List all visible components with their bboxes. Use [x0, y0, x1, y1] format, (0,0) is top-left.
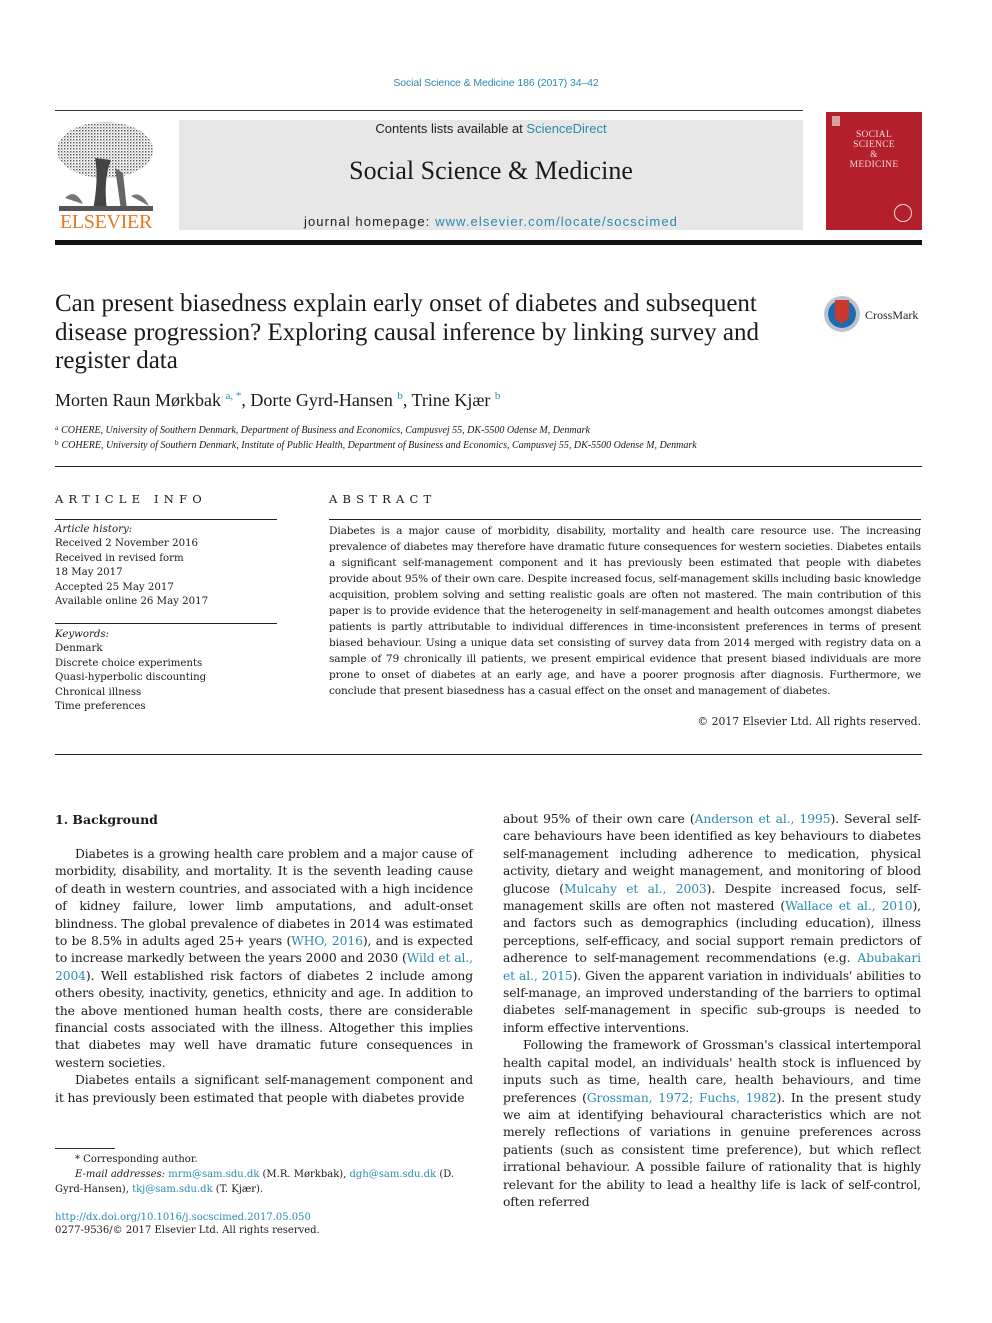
citation-link[interactable]: Wild et al., 2004: [55, 951, 473, 982]
journal-homepage-link[interactable]: www.elsevier.com/locate/socscimed: [435, 214, 678, 229]
author-affiliation-marker[interactable]: b: [397, 390, 403, 402]
elsevier-tree-icon: [57, 122, 153, 211]
citation-link[interactable]: Grossman, 1972; Fuchs, 1982: [587, 1091, 777, 1105]
crossmark-label: CrossMark: [865, 308, 919, 322]
body-column-left: Diabetes is a growing health care proble…: [55, 846, 473, 1107]
keyword: Denmark: [55, 643, 103, 655]
abstract-copyright: © 2017 Elsevier Ltd. All rights reserved…: [697, 715, 921, 728]
paragraph: about 95% of their own care (Anderson et…: [503, 812, 922, 1035]
journal-cover-thumbnail[interactable]: SOCIAL SCIENCE & MEDICINE: [826, 112, 922, 230]
author-affiliation-marker[interactable]: b: [495, 390, 501, 402]
issn-copyright: 0277-9536/© 2017 Elsevier Ltd. All right…: [55, 1225, 320, 1236]
abstract-heading: ABSTRACT: [329, 492, 437, 506]
corresponding-author-note: * Corresponding author.: [75, 1154, 198, 1165]
cover-title-line: &: [870, 150, 878, 160]
cover-title-line: SOCIAL: [855, 130, 893, 140]
citation-link[interactable]: Anderson et al., 1995: [695, 812, 831, 826]
article-info-heading: ARTICLE INFO: [55, 492, 207, 506]
keyword: Time preferences: [55, 701, 146, 713]
citation-link[interactable]: Wallace et al., 2010: [785, 899, 912, 913]
cover-seal-icon: [894, 204, 912, 222]
affiliation-text: COHERE, University of Southern Denmark, …: [61, 440, 697, 451]
crossmark-button[interactable]: CrossMark: [824, 296, 924, 336]
affiliation-key: a: [55, 424, 59, 432]
doi-link[interactable]: http://dx.doi.org/10.1016/j.socscimed.20…: [55, 1210, 311, 1225]
citation-link[interactable]: Mulcahy et al., 2003: [564, 882, 707, 896]
affiliation-key: b: [55, 439, 59, 447]
cover-title-line: MEDICINE: [849, 160, 899, 170]
article-history: Article history: Received 2 November 201…: [55, 523, 277, 609]
email-owner: (M.R. Mørkbak),: [259, 1169, 350, 1180]
author-name[interactable]: Dorte Gyrd-Hansen: [250, 390, 392, 410]
journal-title: Social Science & Medicine: [349, 156, 633, 185]
keyword: Discrete choice experiments: [55, 657, 203, 669]
email-addresses: E-mail addresses: mrm@sam.sdu.dk (M.R. M…: [55, 1167, 473, 1197]
author-affiliation-marker[interactable]: a, *: [225, 390, 241, 402]
author-name[interactable]: Trine Kjær: [412, 390, 491, 410]
history-item: Received 2 November 2016: [55, 538, 199, 550]
top-rule: [55, 110, 803, 111]
running-head[interactable]: Social Science & Medicine 186 (2017) 34–…: [0, 77, 992, 89]
affiliation: b COHERE, University of Southern Denmark,…: [55, 439, 697, 451]
elsevier-wordmark: ELSEVIER: [59, 211, 153, 233]
elsevier-logo[interactable]: ELSEVIER: [55, 118, 157, 234]
author-name[interactable]: Morten Raun Mørkbak: [55, 390, 221, 410]
contents-line: Contents lists available at ScienceDirec…: [179, 121, 803, 136]
footnotes: * Corresponding author. E-mail addresses…: [55, 1152, 473, 1197]
homepage-line: journal homepage: www.elsevier.com/locat…: [179, 214, 803, 229]
journal-masthead: Contents lists available at ScienceDirec…: [179, 120, 803, 230]
keywords-divider: [55, 623, 277, 624]
abstract-text: Diabetes is a major cause of morbidity, …: [329, 525, 921, 697]
affiliation: a COHERE, University of Southern Denmark,…: [55, 424, 590, 436]
article-title: Can present biasedness explain early ons…: [55, 290, 759, 374]
history-item: Available online 26 May 2017: [55, 596, 209, 608]
paragraph: Diabetes entails a significant self-mana…: [55, 1073, 473, 1105]
email-link[interactable]: mrm@sam.sdu.dk: [168, 1169, 259, 1180]
email-owner: (T. Kjær).: [212, 1184, 264, 1195]
affiliation-text: COHERE, University of Southern Denmark, …: [61, 425, 590, 436]
section-heading: 1. Background: [55, 812, 158, 827]
history-label: Article history:: [55, 524, 133, 535]
email-link[interactable]: dgh@sam.sdu.dk: [350, 1169, 437, 1180]
affiliation-divider: [55, 466, 922, 467]
history-item: Accepted 25 May 2017: [55, 581, 174, 593]
keywords-label: Keywords:: [55, 629, 110, 640]
body-column-right: about 95% of their own care (Anderson et…: [503, 811, 921, 1211]
keywords: Keywords: Denmark Discrete choice experi…: [55, 628, 277, 714]
history-item: 18 May 2017: [55, 567, 123, 579]
homepage-prefix: journal homepage:: [303, 214, 436, 229]
header-divider: [55, 240, 922, 245]
paragraph: Following the framework of Grossman's cl…: [503, 1038, 921, 1209]
keyword: Chronical illness: [55, 686, 142, 698]
article-info-divider: [55, 519, 277, 520]
front-matter-divider: [55, 754, 922, 755]
cover-title-line: SCIENCE: [853, 140, 895, 150]
crossmark-icon: [824, 296, 860, 332]
sciencedirect-link[interactable]: ScienceDirect: [526, 121, 606, 136]
history-item: Received in revised form: [55, 552, 184, 564]
contents-prefix: Contents lists available at: [375, 121, 527, 136]
abstract-divider: [329, 519, 921, 520]
footnote-divider: [55, 1148, 115, 1149]
keyword: Quasi-hyperbolic discounting: [55, 672, 207, 684]
citation-link[interactable]: Abubakari et al., 2015: [503, 951, 921, 982]
paragraph: Diabetes is a growing health care proble…: [55, 847, 474, 1070]
cover-title: SOCIAL SCIENCE & MEDICINE: [826, 130, 922, 170]
author-list: Morten Raun Mørkbak a, *, Dorte Gyrd-Han…: [55, 390, 501, 410]
email-link[interactable]: tkj@sam.sdu.dk: [132, 1184, 213, 1195]
citation-link[interactable]: WHO, 2016: [291, 934, 363, 948]
email-label: E-mail addresses:: [75, 1169, 166, 1180]
cover-logo-icon: [832, 116, 840, 126]
